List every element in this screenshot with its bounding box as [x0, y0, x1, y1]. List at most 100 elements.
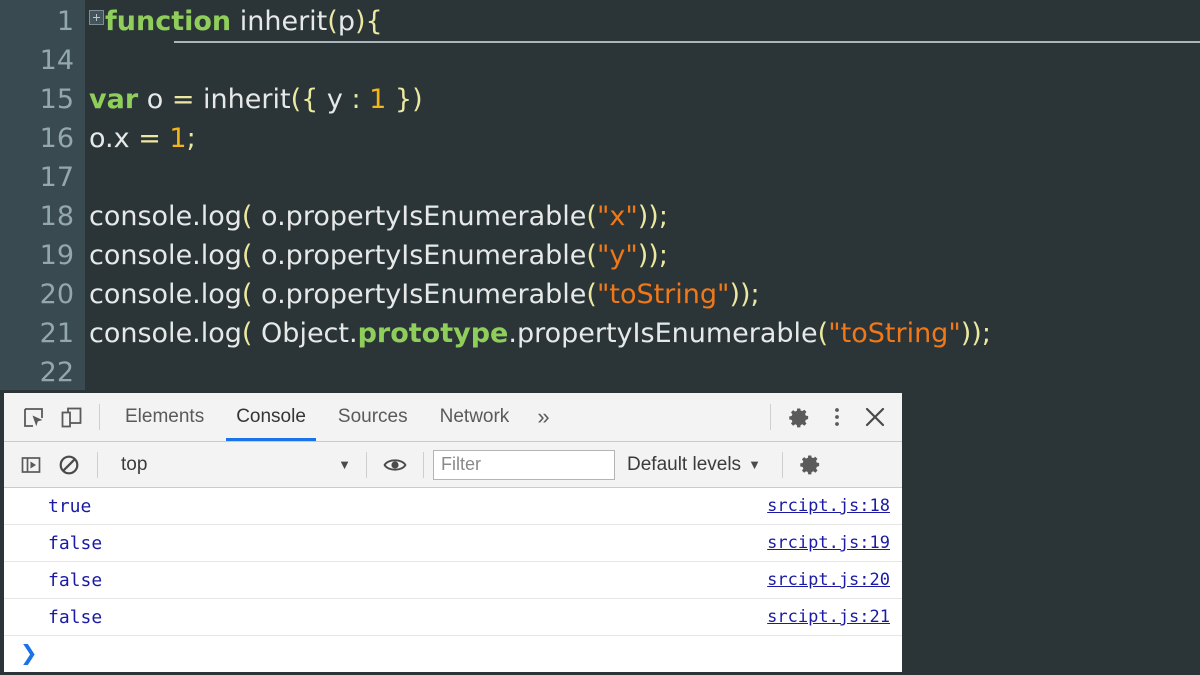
- code-token: function: [105, 6, 232, 37]
- close-icon[interactable]: [856, 398, 894, 436]
- code-token: ;: [186, 123, 196, 154]
- console-message-row[interactable]: false srcipt.js:20: [4, 562, 902, 599]
- code-token: ));: [960, 318, 991, 349]
- code-token: "toString": [828, 318, 961, 349]
- device-toolbar-icon[interactable]: [52, 398, 90, 436]
- code-line[interactable]: console.log( o.propertyIsEnumerable("x")…: [89, 197, 1200, 236]
- chevron-down-icon: ▼: [748, 457, 761, 472]
- code-token: (: [586, 240, 597, 271]
- code-token: console.log: [89, 201, 242, 232]
- code-token: Object.: [252, 318, 358, 349]
- line-number: 16: [39, 123, 74, 154]
- live-expression-icon[interactable]: [376, 446, 414, 484]
- line-number: 21: [39, 318, 74, 349]
- devtools-tabbar: Elements Console Sources Network »: [4, 393, 902, 442]
- tab-console[interactable]: Console: [220, 393, 322, 441]
- log-levels-label: Default levels: [627, 453, 742, 475]
- code-token: 1: [369, 84, 387, 115]
- line-number: 18: [39, 201, 74, 232]
- line-number: 15: [39, 84, 74, 115]
- code-token: (: [586, 279, 597, 310]
- code-token: o: [138, 84, 172, 115]
- code-token: var: [89, 84, 139, 115]
- console-message-source-link[interactable]: srcipt.js:20: [767, 570, 890, 590]
- tab-sources[interactable]: Sources: [322, 393, 424, 441]
- code-line[interactable]: o.x = 1;: [89, 119, 1200, 158]
- clear-console-icon[interactable]: [50, 446, 88, 484]
- code-token: (: [327, 6, 338, 37]
- code-line[interactable]: [89, 353, 1200, 392]
- code-fold-expand-icon[interactable]: [89, 10, 104, 25]
- code-token: .propertyIsEnumerable: [508, 318, 818, 349]
- toolbar-divider-right: [770, 404, 771, 430]
- tab-network[interactable]: Network: [424, 393, 526, 441]
- code-token: inherit: [203, 84, 291, 115]
- code-token: o.propertyIsEnumerable: [252, 240, 587, 271]
- console-message-row[interactable]: false srcipt.js:21: [4, 599, 902, 636]
- console-message-value: false: [48, 532, 103, 554]
- code-line[interactable]: console.log( Object.prototype.propertyIs…: [89, 314, 1200, 353]
- code-token: (: [241, 279, 253, 310]
- code-line[interactable]: console.log( o.propertyIsEnumerable("y")…: [89, 236, 1200, 275]
- console-message-source-link[interactable]: srcipt.js:21: [767, 607, 890, 627]
- console-message-value: false: [48, 606, 103, 628]
- console-message-row[interactable]: true srcipt.js:18: [4, 488, 902, 525]
- filterbar-divider-4: [781, 451, 783, 478]
- console-prompt-row[interactable]: ❯: [4, 636, 902, 670]
- code-token: p: [337, 6, 355, 37]
- line-number: 22: [39, 357, 74, 388]
- code-token: o.propertyIsEnumerable: [252, 201, 587, 232]
- console-message-source-link[interactable]: srcipt.js:18: [767, 496, 890, 516]
- code-token: (: [241, 240, 253, 271]
- code-line[interactable]: console.log( o.propertyIsEnumerable("toS…: [89, 275, 1200, 314]
- code-token: ));: [729, 279, 760, 310]
- chevron-down-icon: ▼: [338, 457, 351, 472]
- tab-elements[interactable]: Elements: [109, 393, 220, 441]
- line-number: 20: [39, 279, 74, 310]
- code-token: console.log: [89, 240, 242, 271]
- code-token: =: [171, 84, 195, 115]
- code-line[interactable]: [89, 41, 1200, 80]
- devtools-panel[interactable]: Elements Console Sources Network » top ▼…: [0, 390, 905, 675]
- code-token: ({: [290, 84, 319, 115]
- filterbar-divider-2: [366, 451, 367, 478]
- code-token: :: [351, 84, 361, 115]
- code-line[interactable]: [89, 158, 1200, 197]
- line-number: 17: [39, 162, 74, 193]
- console-message-source-link[interactable]: srcipt.js:19: [767, 533, 890, 553]
- console-settings-gear-icon[interactable]: [792, 446, 830, 484]
- code-line[interactable]: var o = inherit({ y : 1 }): [89, 80, 1200, 119]
- filter-input[interactable]: [433, 449, 615, 480]
- code-line[interactable]: function inherit(p){: [89, 2, 1200, 41]
- code-token: (: [586, 201, 597, 232]
- code-token: =: [138, 123, 161, 154]
- code-token: {: [365, 6, 383, 37]
- console-sidebar-icon[interactable]: [12, 446, 50, 484]
- code-token: console.log: [89, 318, 242, 349]
- console-message-value: true: [48, 495, 92, 517]
- filterbar-divider-1: [97, 451, 98, 478]
- code-token: ));: [637, 201, 668, 232]
- code-token: o.x: [89, 123, 139, 154]
- code-token: "toString": [596, 279, 730, 310]
- line-number: 1: [56, 6, 74, 37]
- execution-context-select[interactable]: top ▼: [107, 448, 357, 482]
- code-token: ): [354, 6, 366, 37]
- code-token: "y": [596, 240, 638, 271]
- line-number: 14: [39, 45, 74, 76]
- console-message-row[interactable]: false srcipt.js:19: [4, 525, 902, 562]
- more-vertical-icon[interactable]: [818, 398, 856, 436]
- code-token: (: [241, 201, 253, 232]
- inspect-element-icon[interactable]: [14, 398, 52, 436]
- code-token: 1: [169, 123, 187, 154]
- gear-icon[interactable]: [780, 398, 818, 436]
- tab-sources-label: Sources: [337, 406, 408, 427]
- code-token: o.propertyIsEnumerable: [252, 279, 587, 310]
- code-token: prototype: [357, 318, 509, 349]
- more-tabs-chevron-icon[interactable]: »: [525, 404, 561, 430]
- log-levels-select[interactable]: Default levels ▼: [615, 454, 773, 476]
- console-message-list[interactable]: true srcipt.js:18 false srcipt.js:19 false sr…: [4, 488, 902, 672]
- filterbar-divider-3: [423, 451, 424, 478]
- console-prompt-caret-icon: ❯: [20, 641, 38, 665]
